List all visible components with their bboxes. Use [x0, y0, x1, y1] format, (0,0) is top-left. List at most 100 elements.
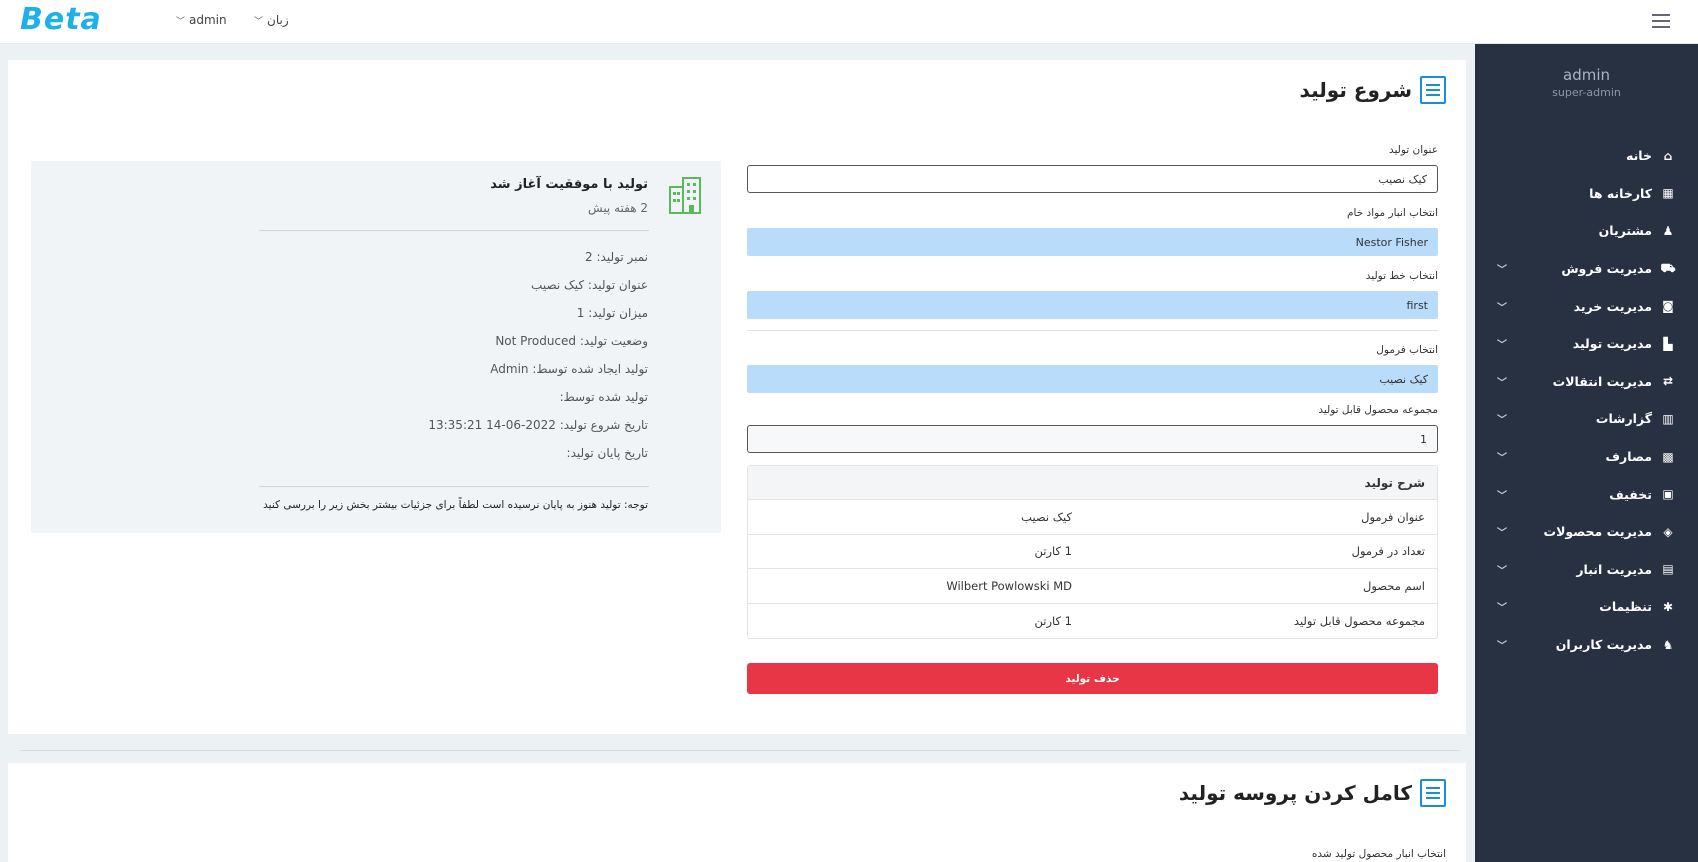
- transfer-icon: ⇄: [1662, 374, 1674, 389]
- status-line: تاریخ پایان تولید:: [566, 446, 648, 460]
- language-dropdown-label: زبان: [267, 13, 289, 27]
- table-cell-value: 1 کارتن: [1034, 544, 1072, 559]
- table-row: اسم محصول Wilbert Powlowski MD: [748, 569, 1437, 604]
- sidebar-item[interactable]: ◈ مدیریت محصولات ﹀: [1475, 513, 1698, 551]
- production-icon: ▙: [1663, 336, 1673, 351]
- divider: [20, 750, 1460, 751]
- chevron-down-icon: ﹀: [1497, 453, 1507, 465]
- production-status-panel: تولید با موفقیت آغاز شد 2 هفته پیش نمبر …: [31, 161, 721, 533]
- status-divider: [259, 230, 649, 231]
- sidebar-item[interactable]: ▤ مدیریت انبار ﹀: [1475, 551, 1698, 589]
- sidebar-item[interactable]: ▩ مصارف ﹀: [1475, 438, 1698, 476]
- table-row: عنوان فرمول کیک نصیب: [748, 500, 1437, 535]
- sidebar-item-label: مدیریت تولید: [1572, 336, 1652, 352]
- sidebar-item-label: مصارف: [1605, 449, 1652, 465]
- table-heading: شرح تولید: [748, 466, 1437, 500]
- sidebar-item-label: مدیریت خرید: [1573, 298, 1652, 314]
- chevron-down-icon: ﹀: [1497, 528, 1507, 540]
- field-label: عنوان تولید: [1388, 144, 1438, 156]
- sidebar-user-name: admin: [1563, 66, 1610, 84]
- chevron-down-icon: ﹀: [254, 16, 264, 27]
- menu-toggle-icon[interactable]: [1652, 14, 1670, 28]
- field-label: انتخاب فرمول: [1376, 344, 1438, 356]
- sidebar-item-label: مشتریان: [1598, 223, 1652, 239]
- complete-production-card: کامل کردن پروسه تولید انتخاب انبار محصول…: [8, 763, 1466, 862]
- table-row: تعداد در فرمول 1 کارتن: [748, 535, 1437, 569]
- bag-icon: ◙: [1662, 299, 1674, 314]
- chevron-down-icon: ﹀: [1497, 377, 1507, 389]
- sidebar-item[interactable]: ▦ کارخانه ها: [1475, 175, 1698, 213]
- sidebar-item[interactable]: ✱ تنظیمات ﹀: [1475, 588, 1698, 626]
- table-cell-key: عنوان فرمول: [1361, 509, 1425, 524]
- sidebar-item-label: مدیریت کاربران: [1555, 637, 1652, 653]
- chevron-down-icon: ﹀: [1497, 265, 1507, 277]
- building-icon: [669, 177, 701, 214]
- users-icon: ♟: [1662, 223, 1674, 238]
- sidebar-item-label: تخفیف: [1609, 486, 1652, 502]
- factory-icon: ▦: [1662, 186, 1674, 201]
- warehouse-icon: ▤: [1662, 562, 1674, 577]
- home-icon: ⌂: [1663, 148, 1673, 163]
- status-line: میزان تولید: 1: [576, 306, 648, 320]
- sidebar-user-role: super-admin: [1552, 86, 1621, 99]
- user-dropdown[interactable]: ﹀ admin: [176, 13, 227, 27]
- chevron-down-icon: ﹀: [1497, 340, 1507, 352]
- sidebar-item[interactable]: ◙ مدیریت خرید ﹀: [1475, 287, 1698, 325]
- language-dropdown[interactable]: ﹀ زبان: [254, 13, 289, 27]
- sidebar-item[interactable]: ♟ مشتریان: [1475, 212, 1698, 250]
- production-list-icon: [1420, 779, 1446, 807]
- delete-production-button[interactable]: حذف تولید: [747, 663, 1438, 694]
- brand-logo[interactable]: Beta: [20, 2, 102, 37]
- sidebar-item-label: مدیریت انبار: [1576, 561, 1652, 577]
- sidebar-item[interactable]: ⌂ خانه: [1475, 137, 1698, 175]
- production-line-select[interactable]: first: [747, 291, 1438, 319]
- chevron-down-icon: ﹀: [176, 16, 186, 27]
- production-list-icon: [1420, 76, 1446, 104]
- sidebar-item[interactable]: ⇄ مدیریت انتقالات ﹀: [1475, 363, 1698, 401]
- report-icon: ▥: [1662, 411, 1674, 426]
- status-line: وضعیت تولید: Not Produced: [495, 334, 648, 348]
- chevron-down-icon: ﹀: [1497, 302, 1507, 314]
- card-title: شروع تولید: [1299, 78, 1412, 102]
- total-producible-input[interactable]: 1: [747, 425, 1438, 453]
- product-icon: ◈: [1663, 524, 1673, 539]
- sidebar-item[interactable]: ♞ مدیریت کاربران ﹀: [1475, 626, 1698, 664]
- sidebar: admin super-admin ⌂ خانه ▦ کارخانه ها ♟ مشتری…: [1475, 44, 1698, 862]
- sidebar-item-label: مدیریت فروش: [1561, 261, 1652, 277]
- raw-warehouse-select[interactable]: Nestor Fisher: [747, 228, 1438, 256]
- field-label: مجموعه محصول قابل تولید: [1318, 404, 1438, 416]
- sidebar-item-label: مدیریت محصولات: [1543, 524, 1652, 540]
- sidebar-item[interactable]: ▥ گزارشات ﹀: [1475, 400, 1698, 438]
- formula-select[interactable]: کیک نصیب: [747, 365, 1438, 393]
- top-bar: Beta ﹀ admin ﹀ زبان: [0, 0, 1698, 44]
- chevron-down-icon: ﹀: [1497, 565, 1507, 577]
- sidebar-menu: ⌂ خانه ▦ کارخانه ها ♟ مشتریان ⛟ مدیریت فروش ﹀ ◙ مد…: [1475, 137, 1698, 663]
- chevron-down-icon: ﹀: [1497, 603, 1507, 615]
- sidebar-item-label: خانه: [1626, 148, 1652, 164]
- gift-icon: ▣: [1662, 487, 1674, 502]
- field-label: انتخاب انبار مواد خام: [1347, 207, 1438, 219]
- gear-icon: ✱: [1662, 599, 1674, 614]
- sidebar-item[interactable]: ⛟ مدیریت فروش ﹀: [1475, 250, 1698, 288]
- card-title: کامل کردن پروسه تولید: [1178, 781, 1412, 805]
- user-dropdown-label: admin: [189, 13, 227, 27]
- sidebar-item[interactable]: ▣ تخفیف ﹀: [1475, 475, 1698, 513]
- table-cell-key: اسم محصول: [1363, 578, 1425, 593]
- status-line: نمبر تولید: 2: [585, 250, 648, 264]
- production-details-table: شرح تولید عنوان فرمول کیک نصیب تعداد در فر…: [747, 465, 1438, 639]
- status-line: تولید شده توسط:: [559, 390, 648, 404]
- status-divider: [259, 486, 649, 487]
- sidebar-item[interactable]: ▙ مدیریت تولید ﹀: [1475, 325, 1698, 363]
- chevron-down-icon: ﹀: [1497, 415, 1507, 427]
- status-line: عنوان تولید: کیک نصیب: [531, 278, 648, 292]
- field-label: انتخاب خط تولید: [1365, 270, 1438, 282]
- chevron-down-icon: ﹀: [1497, 641, 1507, 653]
- production-title-input[interactable]: کیک نصیب: [747, 165, 1438, 193]
- status-note: توجه: تولید هنوز به پایان نرسیده است لطف…: [263, 499, 648, 511]
- status-line: تولید ایجاد شده توسط: Admin: [490, 362, 648, 376]
- cart-icon: ⛟: [1660, 260, 1676, 275]
- sidebar-item-label: گزارشات: [1595, 411, 1652, 427]
- expense-icon: ▩: [1662, 449, 1674, 464]
- status-time: 2 هفته پیش: [588, 201, 648, 215]
- table-cell-value: 1 کارتن: [1034, 613, 1072, 628]
